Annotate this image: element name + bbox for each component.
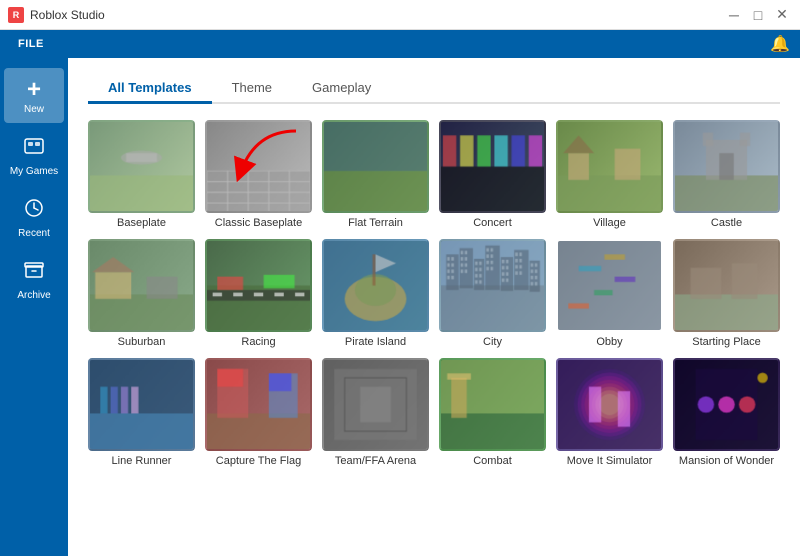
sidebar-label-recent: Recent (18, 228, 50, 239)
template-name-combat: Combat (439, 455, 546, 467)
template-thumb-suburban (88, 239, 195, 332)
template-item-suburban[interactable]: Suburban (88, 239, 195, 348)
template-thumb-racing (205, 239, 312, 332)
template-item-line-runner[interactable]: Line Runner (88, 358, 195, 467)
tab-theme[interactable]: Theme (212, 74, 292, 104)
titlebar: R Roblox Studio ─ □ ✕ (0, 0, 800, 30)
tab-all-templates[interactable]: All Templates (88, 74, 212, 104)
template-name-castle: Castle (673, 217, 780, 229)
template-thumb-line-runner (88, 358, 195, 451)
games-icon (23, 135, 45, 163)
template-item-team-ffa-arena[interactable]: Team/FFA Arena (322, 358, 429, 467)
template-item-castle[interactable]: Castle (673, 120, 780, 229)
template-item-concert[interactable]: Concert (439, 120, 546, 229)
sidebar-item-new[interactable]: + New (4, 68, 64, 123)
sidebar: + New My Games Recent (0, 58, 68, 556)
template-item-racing[interactable]: Racing (205, 239, 312, 348)
template-name-move-it-simulator: Move It Simulator (556, 455, 663, 467)
sidebar-label-new: New (24, 104, 44, 115)
template-item-baseplate[interactable]: Baseplate (88, 120, 195, 229)
template-item-village[interactable]: Village (556, 120, 663, 229)
template-thumb-village (556, 120, 663, 213)
template-thumb-concert (439, 120, 546, 213)
template-thumb-city (439, 239, 546, 332)
template-thumb-castle (673, 120, 780, 213)
close-button[interactable]: ✕ (772, 5, 792, 25)
template-thumb-combat (439, 358, 546, 451)
menu-file[interactable]: FILE (10, 38, 52, 50)
app-icon: R (8, 7, 24, 23)
content-area: All Templates Theme Gameplay Baseplate Cl… (68, 58, 800, 556)
template-name-line-runner: Line Runner (88, 455, 195, 467)
template-thumb-mansion-of-wonder (673, 358, 780, 451)
template-item-capture-the-flag[interactable]: Capture The Flag (205, 358, 312, 467)
template-item-obby[interactable]: Obby (556, 239, 663, 348)
template-name-obby: Obby (556, 336, 663, 348)
tabs-container: All Templates Theme Gameplay (88, 74, 780, 104)
template-item-pirate-island[interactable]: Pirate Island (322, 239, 429, 348)
template-thumb-move-it-simulator (556, 358, 663, 451)
template-thumb-starting-place (673, 239, 780, 332)
template-item-combat[interactable]: Combat (439, 358, 546, 467)
template-name-concert: Concert (439, 217, 546, 229)
template-thumb-obby (556, 239, 663, 332)
sidebar-item-archive[interactable]: Archive (4, 251, 64, 309)
app-title: Roblox Studio (30, 8, 105, 22)
template-item-mansion-of-wonder[interactable]: Mansion of Wonder (673, 358, 780, 467)
template-name-suburban: Suburban (88, 336, 195, 348)
template-item-move-it-simulator[interactable]: Move It Simulator (556, 358, 663, 467)
template-item-starting-place[interactable]: Starting Place (673, 239, 780, 348)
template-name-capture-the-flag: Capture The Flag (205, 455, 312, 467)
tab-gameplay[interactable]: Gameplay (292, 74, 391, 104)
template-name-city: City (439, 336, 546, 348)
plus-icon: + (27, 76, 41, 104)
template-item-city[interactable]: City (439, 239, 546, 348)
archive-icon (23, 259, 45, 287)
template-name-team-ffa-arena: Team/FFA Arena (322, 455, 429, 467)
template-name-flat-terrain: Flat Terrain (322, 217, 429, 229)
template-thumb-flat-terrain (322, 120, 429, 213)
sidebar-item-recent[interactable]: Recent (4, 189, 64, 247)
template-name-pirate-island: Pirate Island (322, 336, 429, 348)
template-name-baseplate: Baseplate (88, 217, 195, 229)
minimize-button[interactable]: ─ (724, 5, 744, 25)
template-thumb-pirate-island (322, 239, 429, 332)
sidebar-label-archive: Archive (17, 290, 50, 301)
template-item-classic-baseplate[interactable]: Classic Baseplate (205, 120, 312, 229)
template-name-classic-baseplate: Classic Baseplate (205, 217, 312, 229)
template-thumb-capture-the-flag (205, 358, 312, 451)
template-grid: Baseplate Classic Baseplate Flat Terrain Co… (88, 120, 780, 467)
template-name-racing: Racing (205, 336, 312, 348)
maximize-button[interactable]: □ (748, 5, 768, 25)
template-thumb-classic-baseplate (205, 120, 312, 213)
template-name-starting-place: Starting Place (673, 336, 780, 348)
template-name-mansion-of-wonder: Mansion of Wonder (673, 455, 780, 467)
sidebar-label-my-games: My Games (10, 166, 58, 177)
clock-icon (23, 197, 45, 225)
template-thumb-baseplate (88, 120, 195, 213)
notification-icon[interactable]: 🔔 (770, 36, 790, 53)
menubar: FILE 🔔 (0, 30, 800, 58)
template-item-flat-terrain[interactable]: Flat Terrain (322, 120, 429, 229)
template-name-village: Village (556, 217, 663, 229)
sidebar-item-my-games[interactable]: My Games (4, 127, 64, 185)
template-thumb-team-ffa-arena (322, 358, 429, 451)
